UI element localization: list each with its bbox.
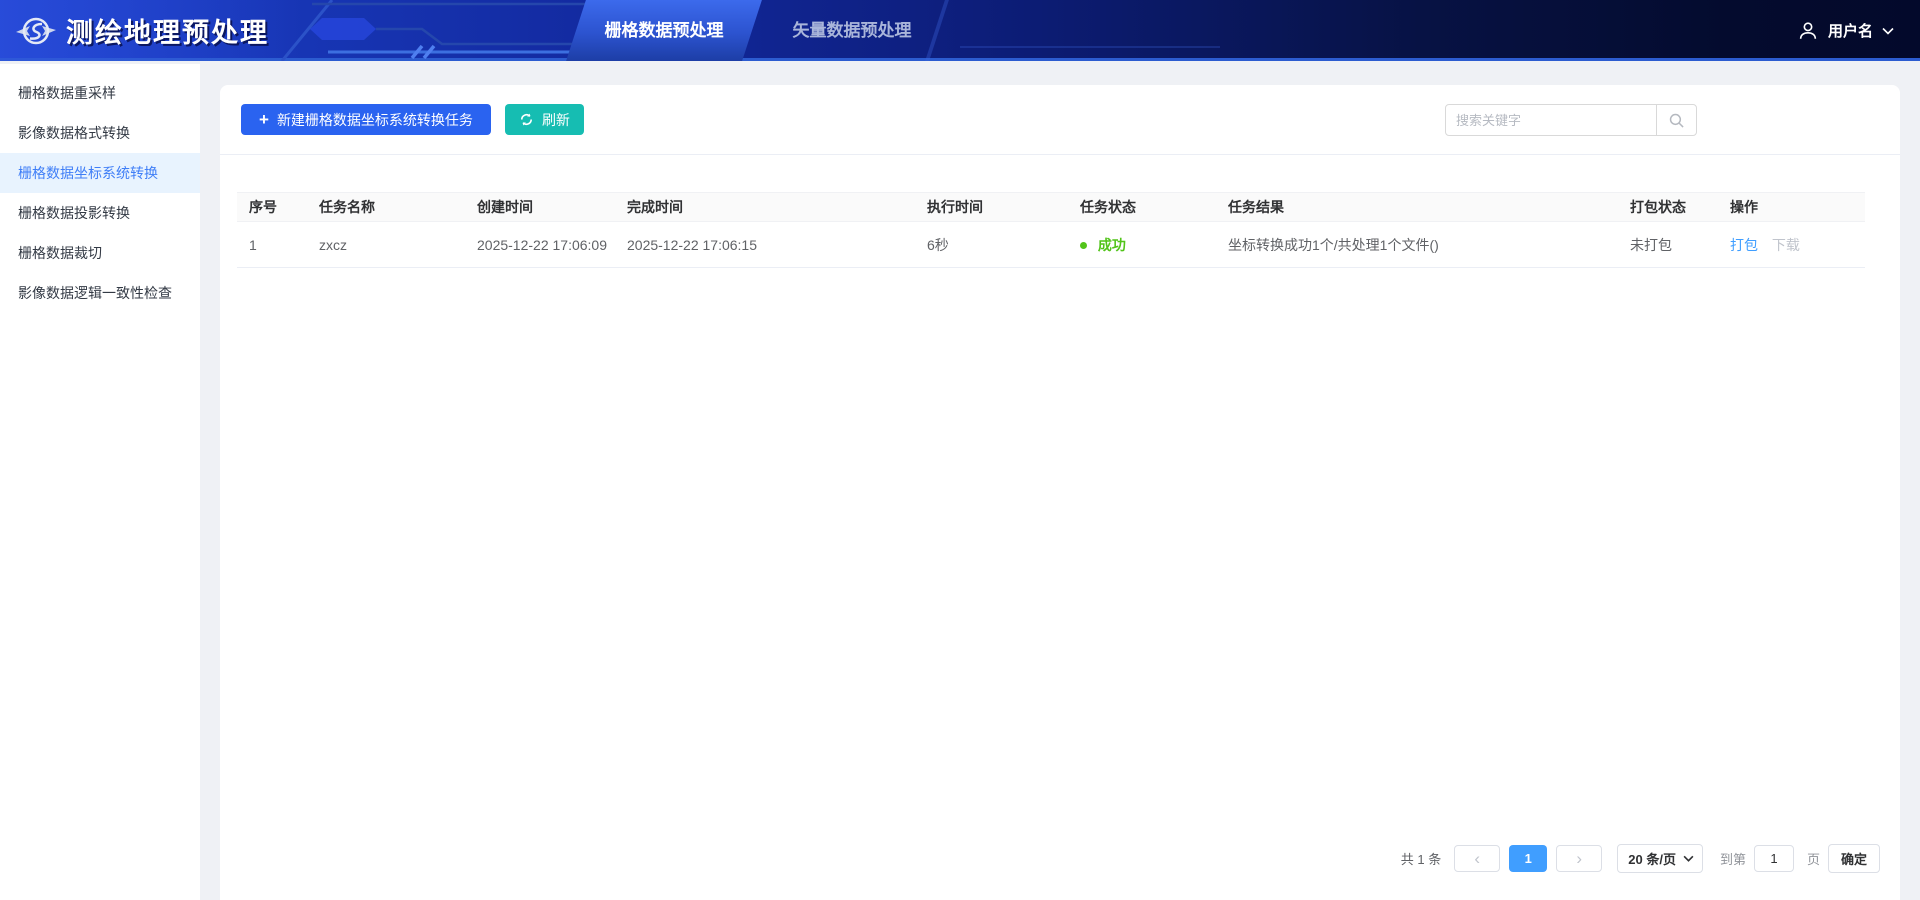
cell-duration: 6秒 (915, 222, 1068, 268)
goto-page-input[interactable] (1754, 845, 1794, 872)
column-created-time: 创建时间 (465, 193, 615, 222)
tab-vector-preprocess[interactable]: 矢量数据预处理 (772, 0, 932, 61)
app-header: 测绘地理预处理 栅格数据预处理 矢量数据预处理 用户名 (0, 0, 1920, 61)
pagination-next-button[interactable]: › (1556, 845, 1602, 872)
chevron-down-icon (1882, 27, 1894, 35)
toolbar: + 新建栅格数据坐标系统转换任务 刷新 (220, 85, 1900, 155)
plus-icon: + (259, 111, 269, 128)
status-success-label: 成功 (1098, 237, 1126, 253)
table-header-row: 序号 任务名称 创建时间 完成时间 执行时间 任务状态 任务结果 打包状态 操作 (237, 193, 1865, 222)
content-card: + 新建栅格数据坐标系统转换任务 刷新 (220, 85, 1900, 900)
refresh-button[interactable]: 刷新 (505, 104, 584, 135)
column-pack-status: 打包状态 (1618, 193, 1718, 222)
column-finished-time: 完成时间 (615, 193, 915, 222)
task-table-wrap: 序号 任务名称 创建时间 完成时间 执行时间 任务状态 任务结果 打包状态 操作… (237, 192, 1865, 268)
page-size-select[interactable]: 20 条/页 (1617, 844, 1703, 873)
sidebar-item-raster-clip[interactable]: 栅格数据裁切 (0, 233, 200, 273)
status-success-dot-icon (1080, 242, 1087, 249)
search-box (1445, 104, 1697, 136)
goto-suffix-label: 页 (1807, 849, 1820, 868)
new-task-button-label: 新建栅格数据坐标系统转换任务 (277, 110, 473, 130)
refresh-button-label: 刷新 (542, 110, 570, 130)
pagination-prev-button[interactable]: ‹ (1454, 845, 1500, 872)
cell-index: 1 (237, 222, 307, 268)
app-logo-icon (16, 11, 56, 51)
cell-result: 坐标转换成功1个/共处理1个文件() (1216, 222, 1618, 268)
logo-area: 测绘地理预处理 (16, 0, 269, 61)
pagination-page-1-button[interactable]: 1 (1509, 845, 1547, 872)
user-name: 用户名 (1828, 20, 1873, 41)
new-task-button[interactable]: + 新建栅格数据坐标系统转换任务 (241, 104, 491, 135)
header-decoration-line (960, 46, 1220, 48)
search-button[interactable] (1656, 105, 1696, 135)
sidebar: 栅格数据重采样 影像数据格式转换 栅格数据坐标系统转换 栅格数据投影转换 栅格数… (0, 64, 200, 900)
column-duration: 执行时间 (915, 193, 1068, 222)
sidebar-item-raster-projection-convert[interactable]: 栅格数据投影转换 (0, 193, 200, 233)
search-icon (1668, 112, 1685, 129)
goto-confirm-button[interactable]: 确定 (1828, 844, 1880, 873)
circuit-decoration (270, 0, 615, 61)
caret-down-icon (1683, 855, 1694, 862)
pagination-total: 共 1 条 (1401, 849, 1441, 868)
column-index: 序号 (237, 193, 307, 222)
user-menu[interactable]: 用户名 (1797, 0, 1894, 61)
cell-task-name: zxcz (307, 222, 465, 268)
search-input[interactable] (1446, 105, 1656, 135)
cell-actions: 打包 下载 (1718, 222, 1865, 268)
page-size-label: 20 条/页 (1628, 849, 1676, 868)
cell-finished-time: 2025-12-22 17:06:15 (615, 222, 915, 268)
column-task-name: 任务名称 (307, 193, 465, 222)
goto-prefix-label: 到第 (1720, 849, 1746, 868)
sidebar-item-image-format-convert[interactable]: 影像数据格式转换 (0, 113, 200, 153)
cell-pack-status: 未打包 (1618, 222, 1718, 268)
sidebar-item-logic-consistency-check[interactable]: 影像数据逻辑一致性检查 (0, 273, 200, 313)
cell-status: 成功 (1068, 222, 1216, 268)
task-table: 序号 任务名称 创建时间 完成时间 执行时间 任务状态 任务结果 打包状态 操作… (237, 192, 1865, 268)
column-result: 任务结果 (1216, 193, 1618, 222)
app-title: 测绘地理预处理 (66, 11, 269, 50)
column-status: 任务状态 (1068, 193, 1216, 222)
pack-action-link[interactable]: 打包 (1730, 237, 1758, 253)
cell-created-time: 2025-12-22 17:06:09 (465, 222, 615, 268)
download-action-link: 下载 (1772, 237, 1800, 253)
user-icon (1797, 20, 1819, 42)
sidebar-item-raster-coordinate-convert[interactable]: 栅格数据坐标系统转换 (0, 153, 200, 193)
refresh-icon (519, 112, 534, 127)
column-actions: 操作 (1718, 193, 1865, 222)
table-row: 1 zxcz 2025-12-22 17:06:09 2025-12-22 17… (237, 222, 1865, 268)
sidebar-item-raster-resample[interactable]: 栅格数据重采样 (0, 73, 200, 113)
pagination: 共 1 条 ‹ 1 › 20 条/页 到第 页 确定 (1401, 844, 1880, 873)
tab-raster-preprocess[interactable]: 栅格数据预处理 (576, 0, 752, 61)
